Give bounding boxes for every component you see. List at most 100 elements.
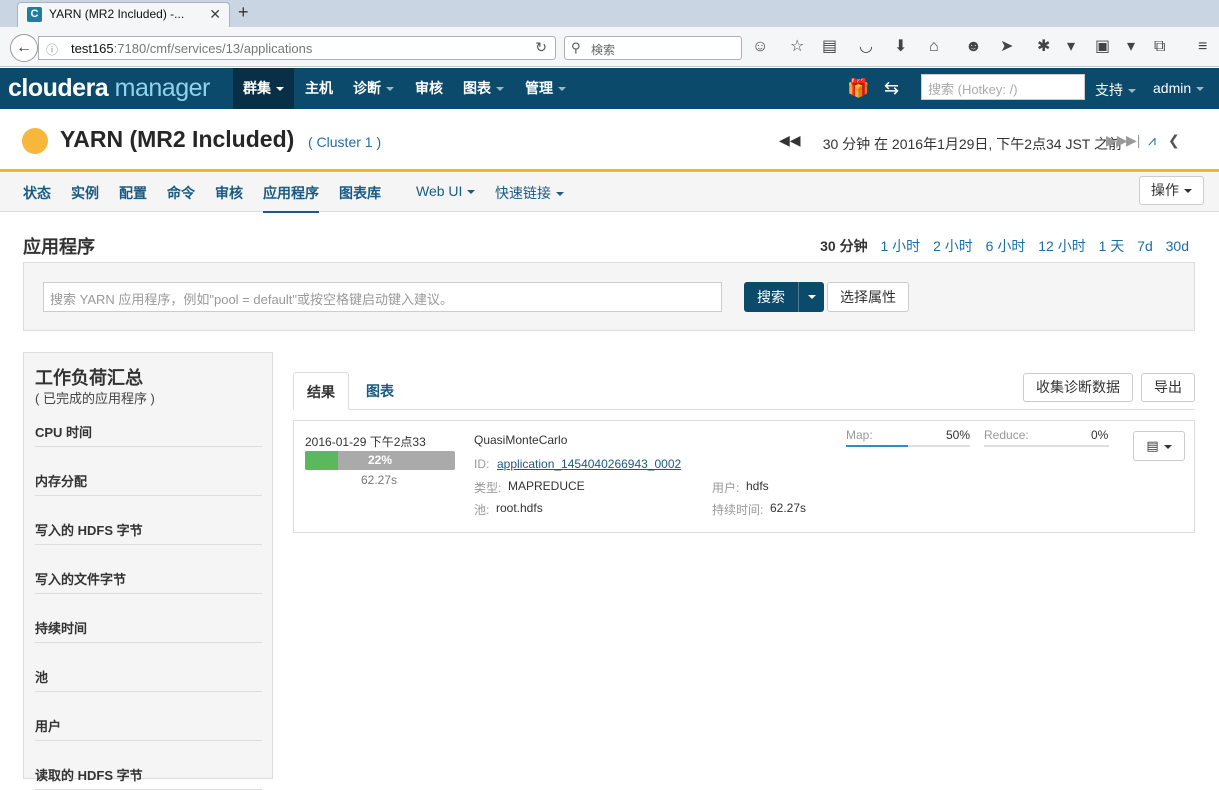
app-user: hdfs xyxy=(746,479,769,493)
reader-icon[interactable]: ▤ xyxy=(822,37,837,57)
dropdown-icon[interactable]: ▾ xyxy=(1127,37,1135,57)
forward-icon[interactable]: ▶▶ xyxy=(1106,132,1128,149)
tab-charts[interactable]: 图表 xyxy=(353,372,407,410)
search-dropdown-button[interactable] xyxy=(798,282,824,312)
send-icon[interactable]: ➤ xyxy=(1000,37,1013,57)
range-7d[interactable]: 7d xyxy=(1137,238,1153,254)
reduce-progress-bar xyxy=(984,445,1109,447)
cloudera-favicon-icon: C xyxy=(27,7,42,22)
range-30d[interactable]: 30d xyxy=(1166,238,1189,254)
dropdown-icon[interactable]: ▾ xyxy=(1067,37,1075,57)
parcel-icon[interactable]: ⇆ xyxy=(884,78,899,99)
app-start-time: 2016-01-29 下午2点33 xyxy=(305,435,426,449)
select-attributes-button[interactable]: 选择属性 xyxy=(827,282,909,312)
sidebar-item-hdfs-written[interactable]: 写入的 HDFS 字节 xyxy=(35,520,262,545)
chat-icon[interactable]: ☻ xyxy=(965,37,982,57)
filter-panel: 搜索 YARN 应用程序，例如"pool = default"或按空格键启动键入… xyxy=(23,262,1195,331)
search-button-group: 搜索 xyxy=(744,282,824,312)
tab-results[interactable]: 结果 xyxy=(293,372,349,410)
tab-instances[interactable]: 实例 xyxy=(71,183,99,203)
collect-diagnostics-button[interactable]: 收集诊断数据 xyxy=(1023,373,1133,402)
bookmark-star-icon[interactable]: ☆ xyxy=(790,37,804,57)
home-icon[interactable]: ⌂ xyxy=(929,37,939,57)
tab-chart-library[interactable]: 图表库 xyxy=(339,183,381,203)
reduce-label: Reduce: xyxy=(984,428,1029,442)
service-subnav: 状态 实例 配置 命令 审核 应用程序 图表库 Web UI 快速链接 操作 xyxy=(0,173,1219,213)
collapse-icon[interactable]: ❮ xyxy=(1168,132,1180,149)
sidebar-item-user[interactable]: 用户 xyxy=(35,716,262,741)
sidebar-item-cpu-time[interactable]: CPU 时间 xyxy=(35,422,262,447)
sidebar-item-file-written[interactable]: 写入的文件字节 xyxy=(35,569,262,594)
tab-configuration[interactable]: 配置 xyxy=(119,183,147,203)
support-menu[interactable]: 支持 xyxy=(1095,80,1136,100)
map-progress-fill xyxy=(846,445,908,447)
nav-hosts[interactable]: 主机 xyxy=(295,68,343,109)
url-text: test165:7180/cmf/services/13/application… xyxy=(71,41,313,56)
actions-button[interactable]: 操作 xyxy=(1139,176,1204,205)
sidebar-item-duration[interactable]: 持续时间 xyxy=(35,618,262,643)
nav-audit[interactable]: 审核 xyxy=(405,68,453,109)
nav-diagnostics[interactable]: 诊断 xyxy=(343,68,404,109)
sidebar-item-pool[interactable]: 池 xyxy=(35,667,262,692)
app-name: QuasiMonteCarlo xyxy=(474,433,568,447)
pocket-icon[interactable]: ◡ xyxy=(859,37,873,57)
addon-icon[interactable]: ☺ xyxy=(752,37,768,57)
screenshot-icon[interactable]: ⧉ xyxy=(1154,37,1165,57)
search-button[interactable]: 搜索 xyxy=(744,282,798,312)
export-button[interactable]: 导出 xyxy=(1141,373,1195,402)
page-title: 应用程序 xyxy=(23,237,95,257)
range-6h[interactable]: 6 小时 xyxy=(986,238,1026,254)
webui-menu[interactable]: Web UI xyxy=(416,183,476,199)
tab-applications[interactable]: 应用程序 xyxy=(263,183,319,213)
range-30m[interactable]: 30 分钟 xyxy=(820,238,867,254)
globe-icon: ⓘ xyxy=(46,43,59,57)
sidebar-item-hdfs-read[interactable]: 读取的 HDFS 字节 xyxy=(35,765,262,790)
rewind-icon[interactable]: ◀◀ xyxy=(779,132,801,149)
browser-tab[interactable]: C YARN (MR2 Included) -... ✕ xyxy=(17,2,230,27)
tab-status[interactable]: 状态 xyxy=(23,183,51,203)
tab-audit[interactable]: 审核 xyxy=(215,183,243,203)
app-actions-menu-button[interactable]: ▤ xyxy=(1133,431,1185,461)
sidebar-title: 工作负荷汇总 xyxy=(35,368,143,388)
time-window[interactable]: 30 分钟 在 2016年1月29日, 下午2点34 JST 之前 xyxy=(823,134,1122,154)
back-button[interactable]: ← xyxy=(10,34,38,62)
service-status-icon xyxy=(22,128,48,154)
sidebar-subtitle: ( 已完成的应用程序 ) xyxy=(35,391,155,406)
gift-icon[interactable]: 🎁 xyxy=(847,78,869,99)
range-2h[interactable]: 2 小时 xyxy=(933,238,973,254)
query-input[interactable]: 搜索 YARN 应用程序，例如"pool = default"或按空格键启动键入… xyxy=(43,282,722,312)
app-pool-label: 池: xyxy=(474,503,490,517)
chart-icon[interactable]: ⩘ xyxy=(1148,132,1156,149)
reload-icon[interactable]: ↻ xyxy=(535,39,547,56)
new-tab-button[interactable]: + xyxy=(238,2,249,23)
app-type-label: 类型: xyxy=(474,481,502,495)
nav-admin[interactable]: 管理 xyxy=(515,68,576,109)
app-duration-label: 持续时间: xyxy=(712,503,764,517)
close-tab-icon[interactable]: ✕ xyxy=(209,6,221,23)
header-search-input[interactable]: 搜索 (Hotkey: /) xyxy=(921,74,1085,100)
app-user-label: 用户: xyxy=(712,481,740,495)
time-range-selector: 30 分钟 1 小时 2 小时 6 小时 12 小时 1 天 7d 30d xyxy=(811,236,1189,256)
app-id-link[interactable]: application_1454040266943_0002 xyxy=(497,457,681,471)
url-bar[interactable]: ⓘ test165:7180/cmf/services/13/applicati… xyxy=(38,36,556,60)
range-1d[interactable]: 1 天 xyxy=(1099,238,1125,254)
range-12h[interactable]: 12 小时 xyxy=(1038,238,1085,254)
browser-search-box[interactable]: ⚲ 検索 xyxy=(564,36,742,60)
app-pool: root.hdfs xyxy=(496,501,543,515)
extension-icon[interactable]: ✱ xyxy=(1037,37,1050,57)
nav-charts[interactable]: 图表 xyxy=(453,68,514,109)
cloudera-logo[interactable]: cloudera manager xyxy=(8,74,210,103)
download-icon[interactable]: ⬇ xyxy=(894,37,907,57)
hamburger-menu-icon[interactable]: ≡ xyxy=(1198,37,1207,57)
browser-tab-bar: C YARN (MR2 Included) -... ✕ + xyxy=(0,0,1219,27)
nav-cluster[interactable]: 群集 xyxy=(233,68,294,109)
cluster-link[interactable]: ( Cluster 1 ) xyxy=(308,134,381,150)
sidebar-item-memory[interactable]: 内存分配 xyxy=(35,471,262,496)
map-progress-bar xyxy=(846,445,970,447)
user-menu[interactable]: admin xyxy=(1153,80,1205,96)
jump-to-now-icon[interactable]: ▶| xyxy=(1126,132,1140,149)
quick-links-menu[interactable]: 快速链接 xyxy=(495,183,564,203)
tab-commands[interactable]: 命令 xyxy=(167,183,195,203)
news-icon[interactable]: ▣ xyxy=(1095,37,1110,57)
range-1h[interactable]: 1 小时 xyxy=(881,238,921,254)
